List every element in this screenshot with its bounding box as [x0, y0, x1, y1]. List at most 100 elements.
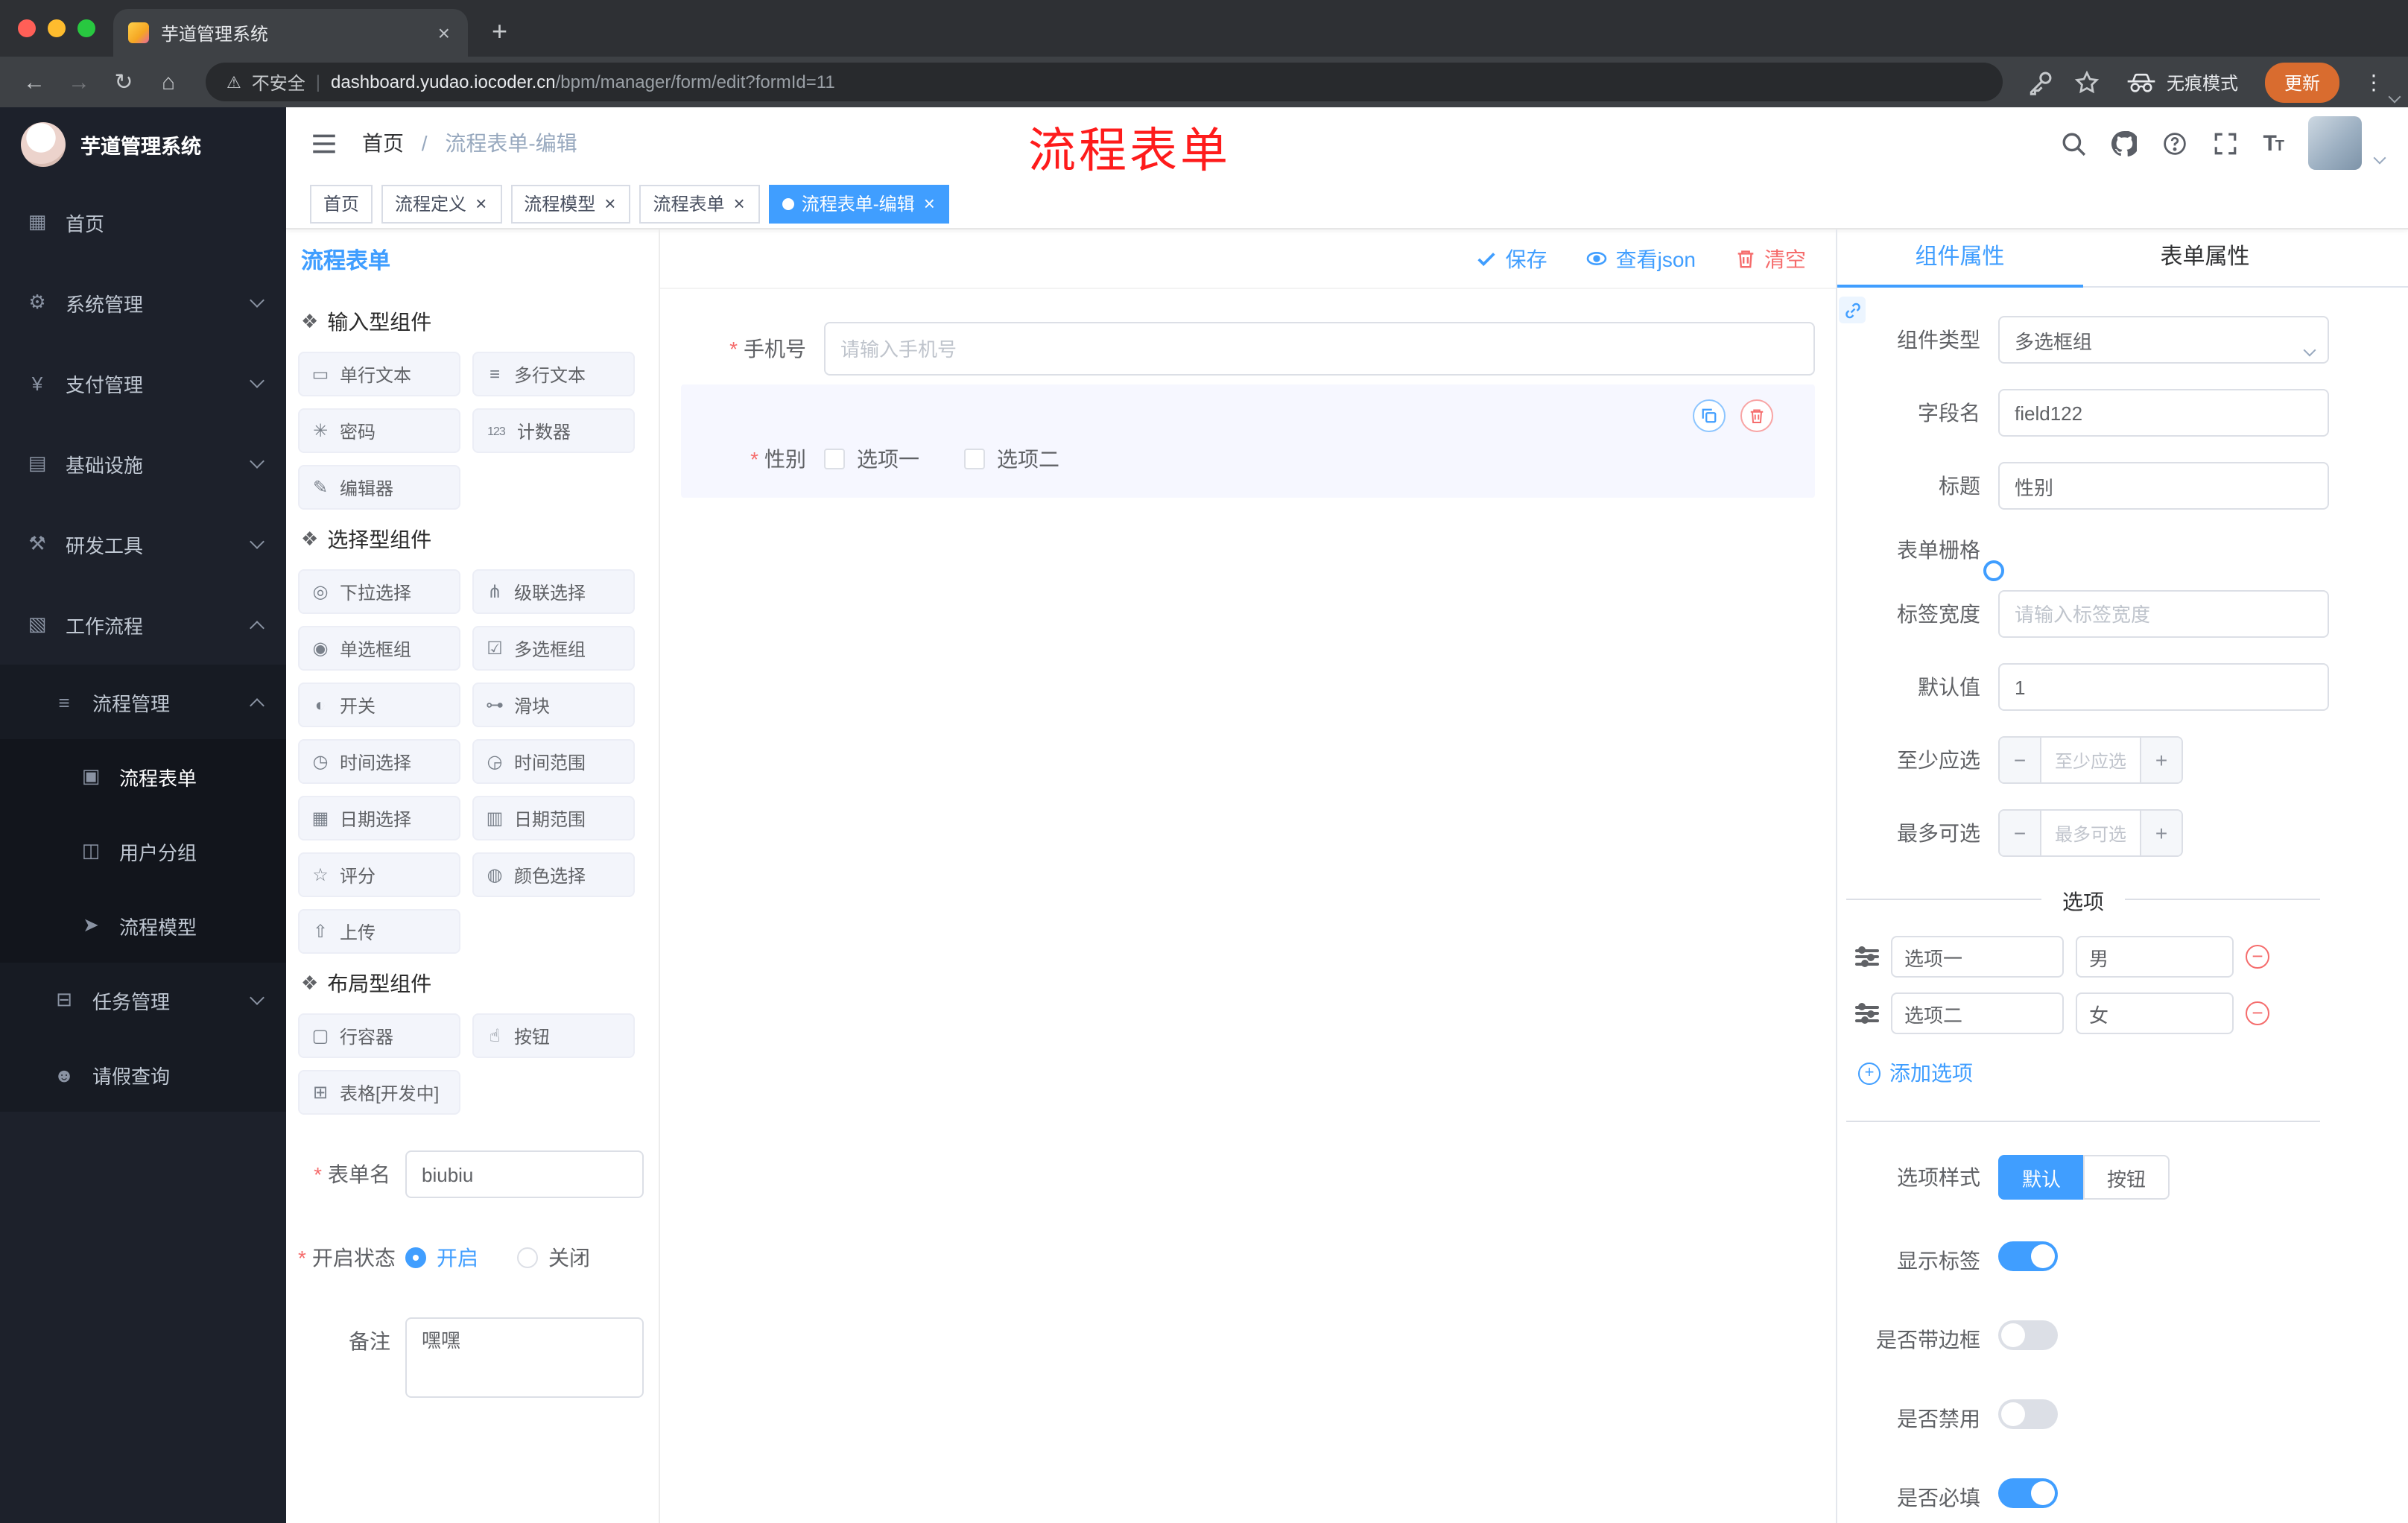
window-close-button[interactable] [18, 19, 36, 37]
search-icon[interactable] [2060, 130, 2085, 156]
bookmark-star-icon[interactable] [2074, 69, 2100, 95]
sidebar-item[interactable]: ▣ 流程表单 [0, 739, 286, 814]
component-item[interactable]: ✎ 编辑器 [298, 465, 460, 510]
copy-field-button[interactable] [1693, 399, 1726, 432]
browser-menu-icon[interactable]: ⋮ [2354, 69, 2393, 95]
tag-item[interactable]: 首页 [310, 184, 373, 223]
back-button[interactable]: ← [15, 69, 54, 95]
option-label-input[interactable] [1891, 936, 2064, 978]
user-avatar[interactable] [2308, 116, 2362, 170]
sidebar-item[interactable]: ▧ 工作流程 [0, 584, 286, 665]
phone-input[interactable] [824, 322, 1815, 376]
security-label[interactable]: 不安全 [252, 69, 305, 95]
forward-button[interactable]: → [60, 69, 98, 95]
browser-update-button[interactable]: 更新 [2264, 62, 2339, 102]
style-default-button[interactable]: 默认 [1998, 1155, 2084, 1200]
security-warning-icon[interactable]: ⚠ [226, 72, 241, 92]
option-label-input[interactable] [1891, 992, 2064, 1034]
breadcrumb-home[interactable]: 首页 [362, 131, 404, 155]
option-value-input[interactable] [2076, 936, 2234, 978]
component-item[interactable]: ▦ 日期选择 [298, 796, 460, 840]
view-json-button[interactable]: 查看json [1586, 244, 1696, 273]
tag-close-icon[interactable]: × [603, 192, 617, 215]
tag-item[interactable]: 流程模型 × [510, 184, 631, 223]
component-item[interactable]: ⋔ 级联选择 [472, 569, 635, 614]
tag-close-icon[interactable]: × [922, 192, 937, 215]
minus-button[interactable]: − [2000, 738, 2041, 782]
help-icon[interactable] [2161, 130, 2187, 156]
tag-close-icon[interactable]: × [732, 192, 747, 215]
toggle-switch[interactable] [1998, 1320, 2058, 1350]
avatar-caret-icon[interactable] [2373, 143, 2386, 170]
tab-close-icon[interactable]: × [435, 21, 453, 45]
sidebar-item[interactable]: ≡ 流程管理 [0, 665, 286, 739]
tag-item[interactable]: 流程表单 × [639, 184, 760, 223]
checkbox-option[interactable]: 选项一 [824, 444, 919, 474]
component-item[interactable]: ≡ 多行文本 [472, 352, 635, 396]
save-button[interactable]: 保存 [1476, 244, 1547, 273]
checkbox-option[interactable]: 选项二 [964, 444, 1059, 474]
component-item[interactable]: ⇧ 上传 [298, 909, 460, 954]
form-name-input[interactable] [405, 1150, 644, 1198]
password-key-icon[interactable] [2028, 69, 2053, 95]
component-item[interactable]: ⊶ 滑块 [472, 683, 635, 727]
component-item[interactable]: ⊞ 表格[开发中] [298, 1070, 460, 1115]
add-option-button[interactable]: + 添加选项 [1858, 1058, 2329, 1088]
status-on-radio[interactable]: 开启 [405, 1243, 478, 1273]
app-logo[interactable]: 芋道管理系统 [0, 107, 286, 182]
component-item[interactable]: ▢ 行容器 [298, 1013, 460, 1058]
label-width-input[interactable] [1998, 590, 2329, 638]
toolbar-caret-icon[interactable] [2388, 82, 2401, 109]
toggle-switch[interactable] [1998, 1241, 2058, 1271]
component-item[interactable]: ◍ 颜色选择 [472, 852, 635, 897]
sidebar-item[interactable]: ⚒ 研发工具 [0, 504, 286, 584]
tag-item[interactable]: 流程表单-编辑 × [768, 184, 950, 223]
tab-component-props[interactable]: 组件属性 [1837, 229, 2082, 288]
tab-form-props[interactable]: 表单属性 [2082, 229, 2328, 286]
title-input[interactable] [1998, 462, 2329, 510]
tag-close-icon[interactable]: × [474, 192, 488, 215]
toggle-switch[interactable] [1998, 1399, 2058, 1429]
sidebar-collapse-icon[interactable] [310, 129, 338, 157]
plus-button[interactable]: + [2140, 738, 2182, 782]
component-item[interactable]: ◐ 开关 [298, 683, 460, 727]
component-item[interactable]: ▭ 单行文本 [298, 352, 460, 396]
minus-button[interactable]: − [2000, 811, 2041, 855]
option-value-input[interactable] [2076, 992, 2234, 1034]
component-item[interactable]: ◷ 时间选择 [298, 739, 460, 784]
component-item[interactable]: ◶ 时间范围 [472, 739, 635, 784]
drag-handle-icon[interactable] [1855, 945, 1879, 969]
default-value-input[interactable] [1998, 663, 2329, 711]
window-minimize-button[interactable] [48, 19, 66, 37]
phone-field-row[interactable]: 手机号 [681, 322, 1815, 376]
sidebar-item[interactable]: ¥ 支付管理 [0, 343, 286, 423]
new-tab-button[interactable]: + [468, 16, 507, 57]
clear-button[interactable]: 清空 [1734, 244, 1806, 273]
form-remark-textarea[interactable]: 嘿嘿 [405, 1317, 644, 1398]
field-link-button[interactable] [1839, 297, 1866, 323]
sidebar-item[interactable]: ◫ 用户分组 [0, 814, 286, 888]
browser-home-button[interactable]: ⌂ [149, 69, 188, 95]
font-size-icon[interactable]: TT [2263, 130, 2284, 156]
address-bar[interactable]: ⚠ 不安全 | dashboard.yudao.iocoder.cn/bpm/m… [206, 63, 2003, 101]
component-item[interactable]: ☑ 多选框组 [472, 626, 635, 671]
sidebar-item[interactable]: ☻ 请假查询 [0, 1037, 286, 1112]
component-item[interactable]: ◉ 单选框组 [298, 626, 460, 671]
component-item[interactable]: ☆ 评分 [298, 852, 460, 897]
min-select-value[interactable]: 至少应选 [2041, 738, 2140, 782]
delete-field-button[interactable] [1740, 399, 1773, 432]
max-select-value[interactable]: 最多可选 [2041, 811, 2140, 855]
sidebar-item[interactable]: ⚙ 系统管理 [0, 262, 286, 343]
slider-handle[interactable] [1983, 560, 2004, 581]
status-off-radio[interactable]: 关闭 [517, 1243, 590, 1273]
component-item[interactable]: 123 计数器 [472, 408, 635, 453]
remove-option-button[interactable]: − [2246, 1001, 2269, 1025]
reload-button[interactable]: ↻ [104, 69, 143, 95]
remove-option-button[interactable]: − [2246, 945, 2269, 969]
component-item[interactable]: ▥ 日期范围 [472, 796, 635, 840]
drag-handle-icon[interactable] [1855, 1001, 1879, 1025]
sidebar-item[interactable]: ▦ 首页 [0, 182, 286, 262]
plus-button[interactable]: + [2140, 811, 2182, 855]
sidebar-item[interactable]: ▤ 基础设施 [0, 423, 286, 504]
sidebar-item[interactable]: ➤ 流程模型 [0, 888, 286, 963]
